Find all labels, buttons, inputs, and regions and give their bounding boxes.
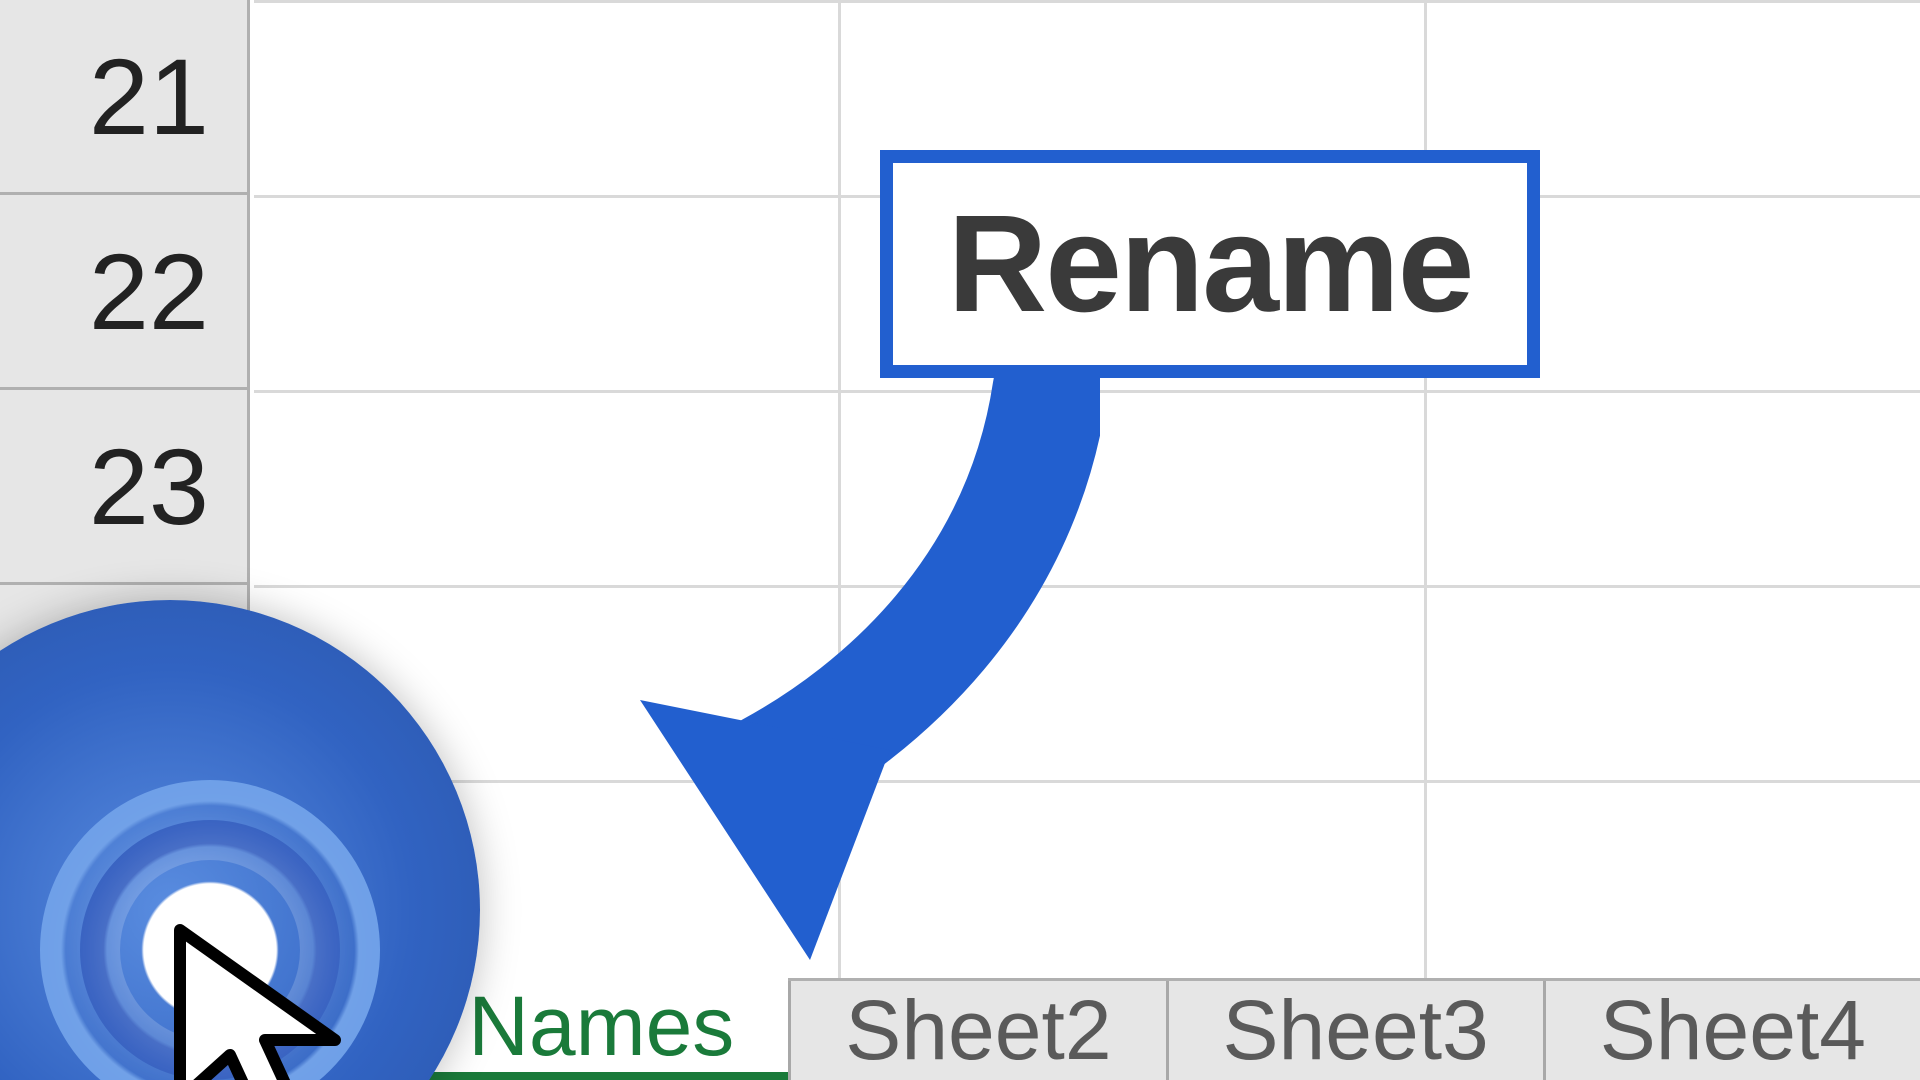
rename-callout: Rename	[880, 150, 1540, 378]
rename-callout-label: Rename	[948, 185, 1473, 344]
sheet-tab-sheet2[interactable]: Sheet2	[788, 981, 1165, 1080]
sheet-tab-label: Sheet4	[1600, 982, 1866, 1079]
column-gridline	[1424, 0, 1427, 980]
sheet-tab-sheet3[interactable]: Sheet3	[1166, 981, 1543, 1080]
sheet-tab-label: Names	[468, 978, 734, 1075]
row-gridline	[254, 0, 1920, 3]
row-header[interactable]: 23	[0, 390, 250, 585]
row-header[interactable]: 21	[0, 0, 250, 195]
cursor-icon	[160, 920, 360, 1080]
row-header[interactable]: 22	[0, 195, 250, 390]
sheet-tab-label: Sheet3	[1223, 982, 1489, 1079]
arrow-icon	[580, 370, 1100, 990]
sheet-tab-label: Sheet2	[845, 982, 1111, 1079]
sheet-tab-sheet4[interactable]: Sheet4	[1543, 981, 1920, 1080]
